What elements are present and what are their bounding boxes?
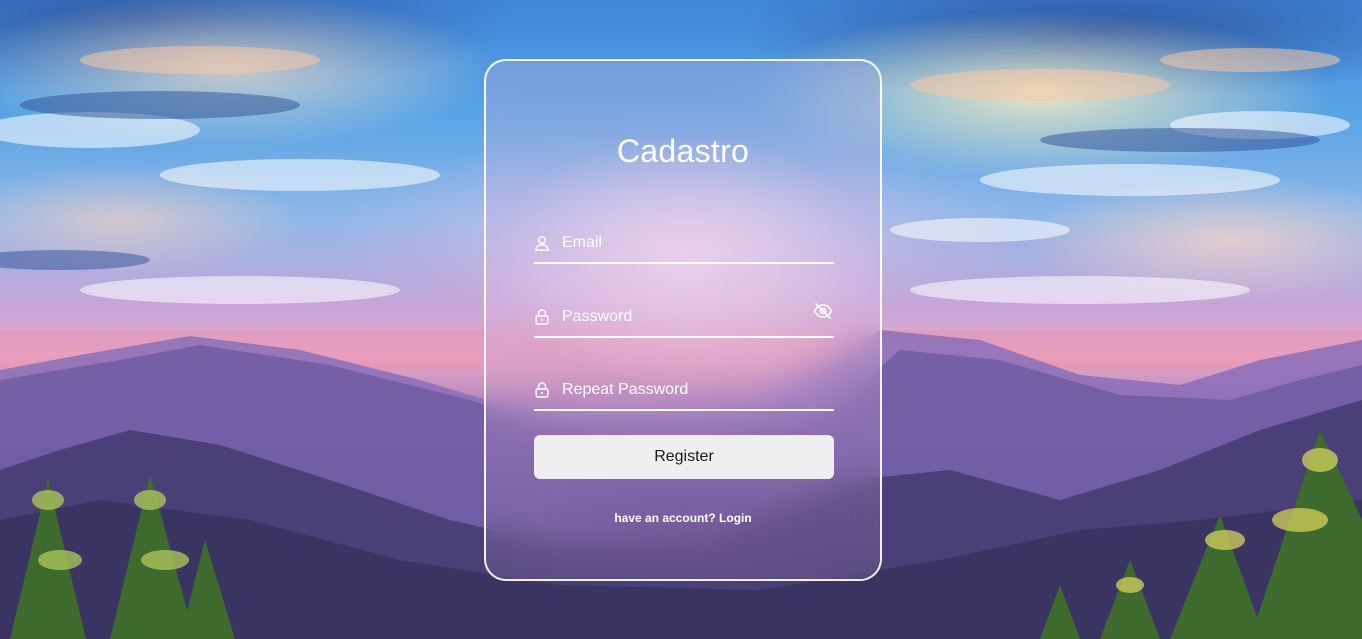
register-button[interactable]: Register <box>534 435 834 479</box>
form-title: Cadastro <box>616 133 750 169</box>
repeat-password-input[interactable] <box>562 377 804 403</box>
register-card: Cadastro Email Register have an account?… <box>484 59 882 581</box>
lock-icon <box>534 382 550 398</box>
email-input[interactable] <box>562 230 804 256</box>
eye-off-icon[interactable] <box>812 302 834 320</box>
password-field <box>534 296 834 338</box>
email-field <box>534 222 834 264</box>
lock-icon <box>534 309 550 325</box>
login-link[interactable]: Login <box>719 511 752 525</box>
login-prompt-text: have an account? <box>614 511 716 525</box>
login-prompt-row: have an account? Login <box>486 511 880 525</box>
password-input[interactable] <box>562 304 804 330</box>
user-icon <box>534 235 550 251</box>
repeat-password-field <box>534 369 834 411</box>
